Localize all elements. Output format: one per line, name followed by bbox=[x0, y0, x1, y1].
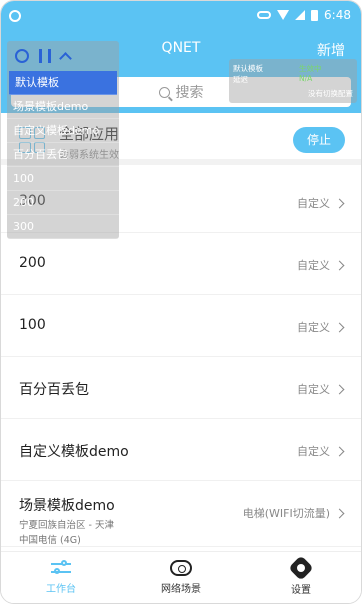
dropdown-option[interactable]: 自定义模板demo bbox=[7, 119, 119, 143]
tab-network-scene[interactable]: 网络场景 bbox=[121, 552, 241, 603]
chevron-right-icon bbox=[334, 384, 345, 394]
status-icons: 6:48 bbox=[257, 8, 351, 22]
template-name: 200 bbox=[19, 255, 46, 271]
list-item[interactable]: 自定义模板demo 自定义 bbox=[1, 419, 361, 481]
floating-toolbar bbox=[7, 41, 119, 71]
config-link[interactable]: 没有切换配置 bbox=[308, 88, 353, 99]
dropdown-option[interactable]: 300 bbox=[7, 215, 119, 239]
cloud-icon bbox=[170, 560, 192, 576]
template-carrier: 中国电信 (4G) bbox=[19, 535, 81, 546]
list-item[interactable]: 场景模板demo 宁夏回族自治区 - 天津 中国电信 (4G) 电梯(WIFI切… bbox=[1, 481, 361, 547]
list-item[interactable]: 200 自定义 bbox=[1, 233, 361, 295]
tab-label: 设置 bbox=[291, 585, 311, 596]
stop-button[interactable]: 停止 bbox=[293, 127, 345, 153]
chevron-right-icon bbox=[334, 198, 345, 208]
wifi-icon bbox=[277, 10, 290, 20]
battery-icon bbox=[311, 9, 319, 21]
template-name: 百分百丢包 bbox=[19, 382, 89, 398]
key-icon bbox=[257, 11, 272, 19]
template-tag: 自定义 bbox=[297, 445, 330, 458]
latency-label: 延迟 bbox=[233, 75, 248, 84]
chevron-right-icon bbox=[334, 322, 345, 332]
tab-settings[interactable]: 设置 bbox=[241, 552, 361, 603]
chevron-right-icon bbox=[334, 260, 345, 270]
dropdown-option[interactable]: 默认模板 bbox=[9, 71, 117, 95]
list-item[interactable]: 百分百丢包 自定义 bbox=[1, 357, 361, 419]
phone-screen: 6:48 QNET 新增 搜索 全部应用 会弱系统生效 停止 300 自定义 2… bbox=[0, 0, 362, 604]
pause-icon[interactable] bbox=[39, 49, 51, 63]
dropdown-option[interactable]: 200 bbox=[7, 191, 119, 215]
chevron-right-icon bbox=[334, 508, 345, 518]
dropdown-option[interactable]: 100 bbox=[7, 167, 119, 191]
template-name: 场景模板demo bbox=[19, 498, 115, 514]
template-location: 宁夏回族自治区 - 天津 bbox=[19, 520, 114, 531]
tab-label: 工作台 bbox=[46, 584, 76, 595]
dropdown-option[interactable]: 场景模板demo bbox=[7, 95, 119, 119]
list-item[interactable]: 100 自定义 bbox=[1, 295, 361, 357]
status-bar: 6:48 bbox=[1, 1, 361, 31]
workbench-icon bbox=[51, 560, 71, 576]
gear-icon bbox=[288, 555, 314, 581]
add-button[interactable]: 新增 bbox=[317, 40, 345, 60]
tab-label: 网络场景 bbox=[161, 584, 201, 595]
search-placeholder: 搜索 bbox=[175, 85, 204, 101]
latency-value: N/A bbox=[299, 74, 313, 83]
status-label: 默认模板 bbox=[233, 64, 263, 73]
notification-icon bbox=[9, 10, 21, 22]
template-name: 100 bbox=[19, 317, 46, 333]
clock: 6:48 bbox=[324, 8, 351, 22]
template-tag: 自定义 bbox=[297, 321, 330, 334]
template-tag: 自定义 bbox=[297, 383, 330, 396]
floating-template-dropdown: 默认模板 场景模板demo 自定义模板demo 百分百丢包 100 200 30… bbox=[7, 41, 119, 239]
template-tag: 自定义 bbox=[297, 259, 330, 272]
template-name: 自定义模板demo bbox=[19, 444, 129, 460]
q-logo-icon[interactable] bbox=[15, 49, 29, 63]
chevron-up-icon[interactable] bbox=[59, 52, 72, 65]
status-value: 生效中 bbox=[299, 64, 322, 73]
template-tag: 电梯(WIFI切流量) bbox=[242, 507, 330, 520]
bottom-nav: 工作台 网络场景 设置 bbox=[1, 551, 361, 603]
floating-status-panel: 默认模板 生效中 延迟 N/A 没有切换配置 bbox=[229, 59, 357, 103]
signal-icon bbox=[295, 10, 306, 20]
dropdown-option[interactable]: 百分百丢包 bbox=[7, 143, 119, 167]
tab-workbench[interactable]: 工作台 bbox=[1, 552, 121, 603]
search-icon bbox=[158, 86, 170, 98]
chevron-right-icon bbox=[334, 446, 345, 456]
template-tag: 自定义 bbox=[297, 197, 330, 210]
